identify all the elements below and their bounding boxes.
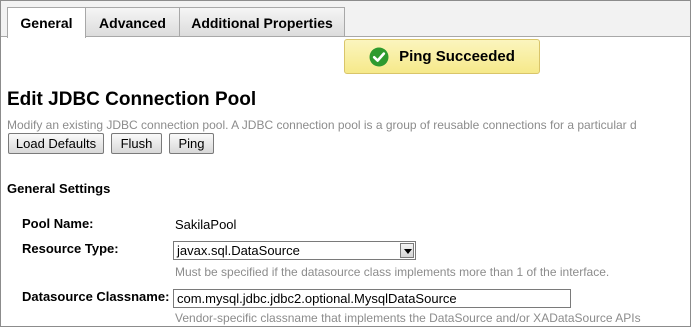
resource-type-label: Resource Type: (22, 241, 119, 256)
ping-button[interactable]: Ping (169, 133, 214, 154)
check-circle-icon (369, 47, 389, 66)
datasource-classname-input[interactable] (173, 289, 571, 308)
datasource-classname-label: Datasource Classname: (22, 289, 170, 304)
section-title-general-settings: General Settings (7, 181, 111, 196)
flush-button[interactable]: Flush (111, 133, 162, 154)
ping-status-banner: Ping Succeeded (344, 39, 540, 74)
resource-type-selected-value: javax.sql.DataSource (177, 243, 300, 258)
page-description: Modify an existing JDBC connection pool.… (7, 118, 637, 132)
tab-additional-properties[interactable]: Additional Properties (179, 7, 345, 36)
chevron-down-icon[interactable] (400, 243, 414, 258)
tab-general[interactable]: General (7, 7, 86, 38)
ping-status-text: Ping Succeeded (399, 48, 515, 65)
load-defaults-button[interactable]: Load Defaults (8, 133, 104, 154)
pool-name-value: SakilaPool (175, 217, 237, 232)
resource-type-hint: Must be specified if the datasource clas… (175, 265, 610, 279)
resource-type-select[interactable]: javax.sql.DataSource (173, 241, 416, 260)
tab-advanced[interactable]: Advanced (85, 7, 180, 36)
connection-pool-panel: General Advanced Additional Properties P… (0, 0, 691, 327)
page-title: Edit JDBC Connection Pool (7, 89, 257, 110)
pool-name-label: Pool Name: (22, 216, 94, 231)
tab-bar: General Advanced Additional Properties (1, 1, 690, 38)
datasource-classname-hint: Vendor-specific classname that implement… (175, 311, 641, 325)
